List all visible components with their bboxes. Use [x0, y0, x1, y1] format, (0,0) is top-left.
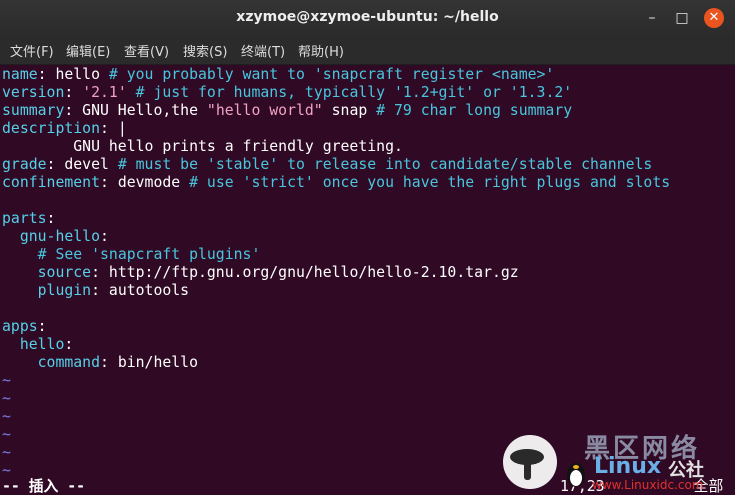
code-text: : bin/hello: [100, 354, 198, 371]
tilde-marker: ~: [2, 426, 11, 443]
empty-line-marker: ~: [2, 372, 11, 390]
empty-line-marker: ~: [2, 426, 11, 444]
yaml-comment: # use 'strict' once you have the right p…: [189, 174, 671, 191]
code-line: parts:: [2, 210, 55, 228]
empty-line-marker: ~: [2, 390, 11, 408]
code-line: # See 'snapcraft plugins': [2, 246, 261, 264]
menu-help[interactable]: 帮助(H): [298, 41, 344, 60]
menu-file[interactable]: 文件(F): [10, 41, 54, 60]
yaml-key: parts: [2, 210, 47, 227]
yaml-key: name: [2, 66, 38, 83]
code-line: command: bin/hello: [2, 354, 198, 372]
yaml-key: description: [2, 120, 100, 137]
yaml-string: "hello world": [206, 102, 323, 119]
menu-terminal[interactable]: 终端(T): [241, 41, 285, 60]
yaml-comment: # See 'snapcraft plugins': [37, 246, 261, 263]
code-text: :: [37, 318, 47, 335]
maximize-icon[interactable]: □: [672, 8, 692, 28]
code-text: : hello: [37, 66, 109, 83]
yaml-key: apps: [2, 318, 38, 335]
code-line: gnu-hello:: [2, 228, 109, 246]
code-text: : GNU Hello,the: [64, 102, 207, 119]
code-text: :: [64, 84, 83, 101]
code-text: : |: [100, 120, 127, 137]
code-line: GNU hello prints a friendly greeting.: [2, 138, 403, 156]
yaml-key: command: [37, 354, 100, 371]
code-line: grade: devel # must be 'stable' to relea…: [2, 156, 652, 174]
empty-line-marker: ~: [2, 444, 11, 462]
close-icon[interactable]: ✕: [704, 8, 724, 28]
yaml-string: '2.1': [82, 84, 127, 101]
tilde-marker: ~: [2, 444, 11, 461]
yaml-key: grade: [2, 156, 47, 173]
tilde-marker: ~: [2, 372, 11, 389]
terminal-window: xzymoe@xzymoe-ubuntu: ~/hello – □ ✕ 文件(F…: [0, 0, 735, 495]
yaml-key: gnu-hello: [19, 228, 101, 245]
yaml-key: confinement: [2, 174, 100, 191]
code-line: version: '2.1' # just for humans, typica…: [2, 84, 572, 102]
yaml-comment: # must be 'stable' to release into candi…: [117, 156, 653, 173]
code-text: :: [100, 228, 109, 245]
yaml-key: hello: [19, 336, 65, 353]
tilde-marker: ~: [2, 408, 11, 425]
code-text: : http://ftp.gnu.org/gnu/hello/hello-2.1…: [91, 264, 519, 281]
code-text: GNU hello prints a friendly greeting.: [2, 138, 403, 155]
code-text: :: [64, 336, 74, 353]
code-text: : devmode: [100, 174, 190, 191]
code-line: hello:: [2, 336, 73, 354]
menu-edit[interactable]: 编辑(E): [66, 41, 110, 60]
code-line: apps:: [2, 318, 47, 336]
scroll-position: 全部: [693, 478, 724, 495]
yaml-key: plugin: [37, 282, 92, 299]
code-text: : autotools: [91, 282, 190, 299]
terminal-content[interactable]: -- 插入 -- 17,23 全部 name: hello # you prob…: [0, 65, 735, 495]
title-bar[interactable]: xzymoe@xzymoe-ubuntu: ~/hello – □ ✕: [0, 0, 735, 36]
yaml-key: source: [37, 264, 92, 281]
tilde-marker: ~: [2, 390, 11, 407]
cursor-position: 17,23: [560, 478, 605, 495]
code-line: name: hello # you probably want to 'snap…: [2, 66, 554, 84]
code-text: :: [46, 210, 56, 227]
yaml-comment: # 79 char long summary: [376, 102, 573, 119]
code-text: : devel: [46, 156, 118, 173]
yaml-key: version: [2, 84, 65, 101]
empty-line-marker: ~: [2, 462, 11, 480]
code-line: summary: GNU Hello,the "hello world" sna…: [2, 102, 572, 120]
yaml-comment: # you probably want to 'snapcraft regist…: [108, 66, 555, 83]
tilde-marker: ~: [2, 462, 11, 479]
menu-search[interactable]: 搜索(S): [183, 41, 227, 60]
code-line: description: |: [2, 120, 127, 138]
code-text: snap: [322, 102, 377, 119]
vim-cursor-position: 17,23 全部: [560, 478, 723, 495]
minimize-icon[interactable]: –: [642, 8, 662, 28]
empty-line-marker: ~: [2, 408, 11, 426]
yaml-key: summary: [2, 102, 65, 119]
yaml-comment: # just for humans, typically '1.2+git' o…: [135, 84, 573, 101]
code-line: source: http://ftp.gnu.org/gnu/hello/hel…: [2, 264, 519, 282]
code-line: plugin: autotools: [2, 282, 189, 300]
menu-bar: 文件(F) 编辑(E) 查看(V) 搜索(S) 终端(T) 帮助(H): [0, 36, 735, 65]
menu-view[interactable]: 查看(V): [124, 41, 169, 60]
vim-mode-indicator: -- 插入 --: [2, 478, 86, 495]
code-line: confinement: devmode # use 'strict' once…: [2, 174, 670, 192]
window-title: xzymoe@xzymoe-ubuntu: ~/hello: [236, 9, 499, 25]
